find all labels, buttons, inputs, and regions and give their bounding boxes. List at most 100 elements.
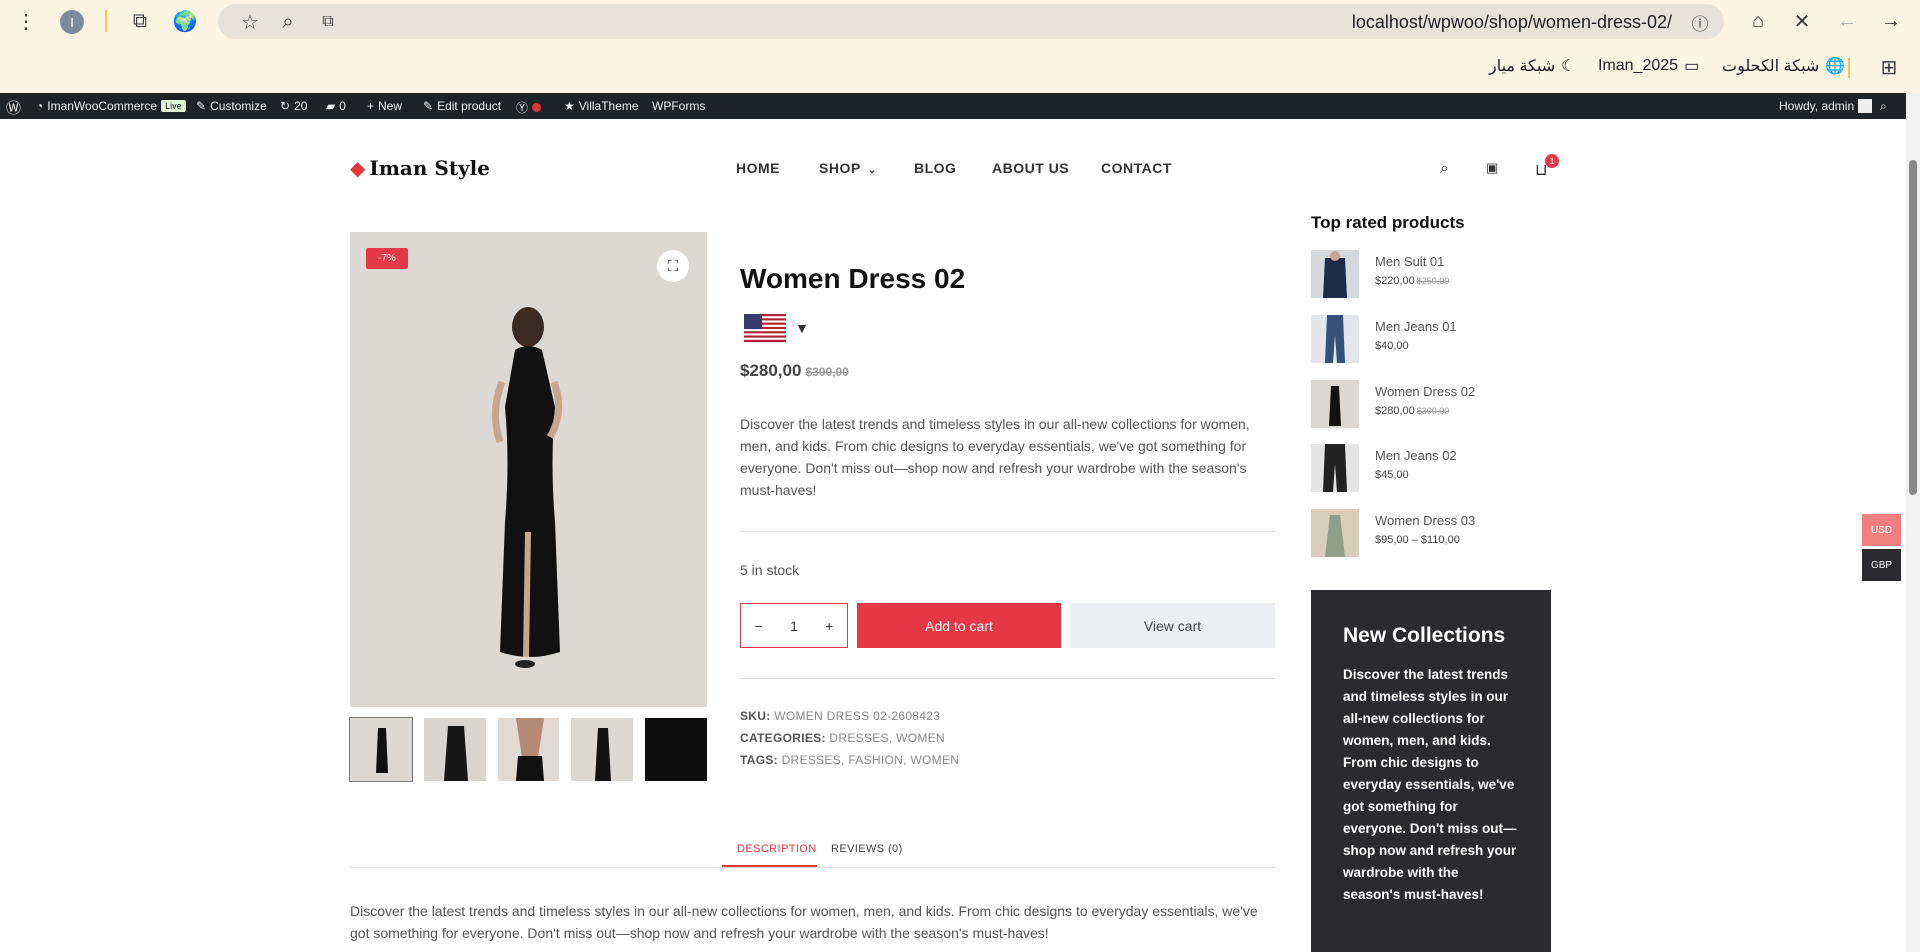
yoast-link[interactable]: Ⓨ <box>516 99 542 116</box>
back-icon[interactable]: ← <box>1835 9 1859 33</box>
wpforms-link[interactable]: WPForms <box>652 99 705 113</box>
extension-globe-icon[interactable]: 🌍 <box>173 9 198 33</box>
moon-icon: ☾ <box>1561 58 1576 75</box>
forward-icon[interactable]: → <box>1879 9 1903 33</box>
thumb-image <box>350 718 412 781</box>
live-badge: Live <box>161 100 186 112</box>
translate-icon[interactable]: ⧉ <box>316 10 340 34</box>
site-logo[interactable]: ◆ Iman Style <box>350 156 490 180</box>
us-flag-icon[interactable] <box>744 314 786 342</box>
bookmark-folder[interactable]: Iman_2025 ▭ <box>1598 56 1699 76</box>
tag-link[interactable]: DRESSES <box>782 753 841 767</box>
customize-link[interactable]: ✎ Customize <box>196 99 267 113</box>
thumbnail-5[interactable] <box>645 718 707 781</box>
list-item[interactable]: Women Dress 03 $95,00 – $110,00 <box>1311 509 1551 559</box>
minus-button[interactable]: − <box>755 618 763 634</box>
caret-down-icon[interactable]: ▼ <box>795 320 809 336</box>
thumbnail-4[interactable] <box>571 718 634 781</box>
price: $220,00 <box>1375 275 1415 287</box>
thumbnail-3[interactable] <box>497 718 560 781</box>
home-icon[interactable]: ⌂ <box>1746 9 1770 33</box>
fullscreen-icon[interactable]: ⛶ <box>657 250 689 282</box>
nav-about[interactable]: ABOUT US <box>992 160 1069 176</box>
bookmark-item[interactable]: شبكة ميار ☾ <box>1489 56 1575 76</box>
product-price: $40,00 <box>1375 340 1409 352</box>
product-thumbnail[interactable] <box>1311 380 1359 428</box>
product-thumbnail[interactable] <box>1311 444 1359 492</box>
comments-link[interactable]: ▰ 0 <box>326 99 346 113</box>
menu-kebab-icon[interactable]: ⋮ <box>14 9 38 33</box>
product-name[interactable]: Women Dress 02 <box>1375 384 1475 399</box>
site-name-link[interactable]: ◔ ImanWooCommerce Live <box>36 99 186 113</box>
site-name: ImanWooCommerce <box>47 99 158 113</box>
customize-label: Customize <box>210 99 267 113</box>
address-bar[interactable]: ☆ ⌕ ⧉ localhost/wpwoo/shop/women-dress-0… <box>218 4 1724 39</box>
profile-avatar[interactable]: I <box>60 10 84 34</box>
site-info-icon[interactable]: ⓘ <box>1688 10 1712 34</box>
zoom-icon[interactable]: ⌕ <box>276 10 300 34</box>
product-name[interactable]: Men Jeans 02 <box>1375 448 1457 463</box>
seo-status-dot <box>532 103 542 112</box>
currency-usd-button[interactable]: USD <box>1862 514 1901 546</box>
product-price: $280,00 $300,00 <box>1375 405 1449 417</box>
product-price: $280,00 $300,00 <box>740 361 849 381</box>
edit-product-link[interactable]: ✎ Edit product <box>423 99 501 113</box>
search-icon[interactable]: ⌕ <box>1880 99 1887 114</box>
globe-icon: 🌐 <box>1825 58 1846 75</box>
tag-link[interactable]: FASHION <box>848 753 903 767</box>
list-item[interactable]: Men Suit 01 $220,00 $250,00 <box>1311 250 1551 300</box>
product-name[interactable]: Women Dress 03 <box>1375 513 1475 528</box>
nav-blog[interactable]: BLOG <box>914 160 956 176</box>
account-image-icon[interactable]: ▣ <box>1486 160 1498 176</box>
category-link[interactable]: WOMEN <box>896 731 945 745</box>
list-item[interactable]: Men Jeans 01 $40,00 <box>1311 315 1551 365</box>
url-text[interactable]: localhost/wpwoo/shop/women-dress-02/ <box>1352 12 1672 33</box>
plus-button[interactable]: + <box>825 618 833 634</box>
account-link[interactable]: Howdy, admin <box>1779 99 1873 113</box>
tab-description[interactable]: DESCRIPTION <box>737 843 817 855</box>
quantity-stepper[interactable]: − 1 + <box>740 603 848 648</box>
browser-toolbar: ⋮ I ⧉ 🌍 ☆ ⌕ ⧉ localhost/wpwoo/shop/women… <box>0 0 1920 43</box>
separator <box>105 10 107 32</box>
new-link[interactable]: + New <box>367 99 402 113</box>
list-item[interactable]: Men Jeans 02 $45,00 <box>1311 444 1551 494</box>
tab-reviews[interactable]: REVIEWS (0) <box>831 843 903 855</box>
nav-contact[interactable]: CONTACT <box>1101 160 1172 176</box>
product-thumbnail[interactable] <box>1311 250 1359 298</box>
updates-link[interactable]: ↻ 20 <box>280 99 307 113</box>
product-name[interactable]: Men Jeans 01 <box>1375 319 1457 334</box>
stock-status: 5 in stock <box>740 562 800 578</box>
view-cart-button[interactable]: View cart <box>1070 603 1275 648</box>
product-name[interactable]: Men Suit 01 <box>1375 254 1444 269</box>
thumb-image <box>645 718 707 781</box>
search-icon[interactable]: ⌕ <box>1440 160 1449 178</box>
close-icon[interactable]: ✕ <box>1790 9 1814 33</box>
wp-logo-icon[interactable]: Ⓦ <box>6 97 21 118</box>
extensions-icon[interactable]: ⧉ <box>128 9 152 33</box>
product-main-image[interactable]: -7% ⛶ <box>350 232 707 707</box>
tag-link[interactable]: WOMEN <box>910 753 959 767</box>
apps-grid-icon[interactable]: ⊞ <box>1877 55 1901 79</box>
quantity-input[interactable]: 1 <box>790 618 798 634</box>
thumbnail-1[interactable] <box>349 717 413 782</box>
updates-count: 20 <box>294 99 308 113</box>
bookmark-star-icon[interactable]: ☆ <box>238 10 262 34</box>
nav-shop[interactable]: SHOP ⌄ <box>819 160 877 176</box>
product-price: $220,00 $250,00 <box>1375 275 1449 287</box>
wpforms-label: WPForms <box>652 99 706 113</box>
product-thumbnail[interactable] <box>1311 509 1359 557</box>
dashboard-icon: ◔ <box>36 99 44 113</box>
list-item[interactable]: Women Dress 02 $280,00 $300,00 <box>1311 380 1551 430</box>
villatheme-link[interactable]: ★ VillaTheme <box>564 99 639 113</box>
thumbnail-2[interactable] <box>423 718 486 781</box>
product-categories: CATEGORIES: DRESSES, WOMEN <box>740 731 945 745</box>
add-to-cart-button[interactable]: Add to cart <box>857 603 1061 648</box>
scrollbar-thumb[interactable] <box>1909 160 1917 495</box>
tags-label: TAGS: <box>740 753 778 767</box>
bookmark-label: Iman_2025 <box>1598 57 1679 74</box>
nav-home[interactable]: HOME <box>736 160 780 176</box>
currency-gbp-button[interactable]: GBP <box>1862 549 1901 581</box>
bookmark-item[interactable]: شبكة الكحلوت 🌐 <box>1722 56 1845 76</box>
category-link[interactable]: DRESSES <box>829 731 888 745</box>
product-thumbnail[interactable] <box>1311 315 1359 363</box>
